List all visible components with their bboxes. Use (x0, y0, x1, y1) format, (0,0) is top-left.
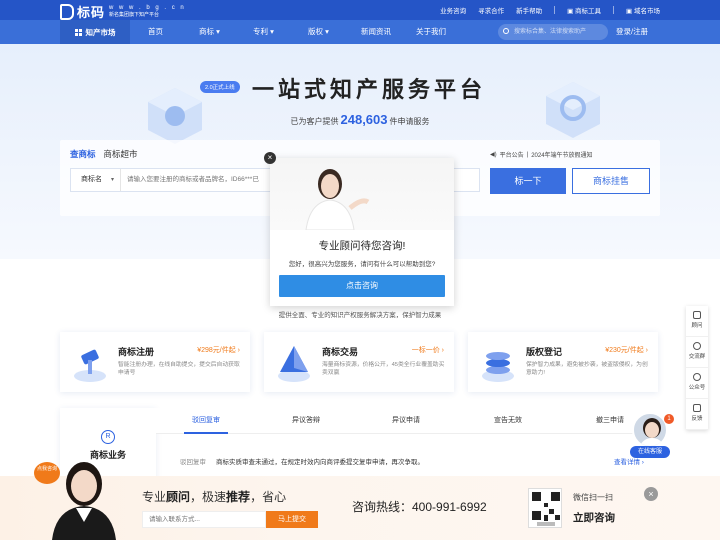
toplink-domain[interactable]: ▣ 域名市场 (626, 5, 660, 15)
bottom-slogan: 专业顾问，极速推荐，省心 (142, 490, 287, 504)
close-icon[interactable]: × (644, 487, 658, 501)
side-toolbar: 顾问 交流群 公众号 反馈 (686, 306, 708, 430)
speaker-icon: ◀) (490, 152, 497, 158)
edit-icon (693, 404, 701, 412)
toplink-cooperate[interactable]: 寻求合作 (478, 5, 504, 15)
chat-icon (693, 311, 701, 319)
group-icon (693, 342, 701, 350)
tab-cancellation[interactable]: 撤三申请 (596, 408, 624, 434)
search-icon (503, 28, 509, 34)
pyramid-icon (278, 346, 310, 382)
services-intro: 提供全面、专业的知识产权服务解决方案，保护智力成果 (278, 312, 442, 319)
notice[interactable]: ◀) 平台公告 | 2024年端午节放假通知 (490, 150, 593, 160)
wechat-icon (693, 373, 701, 381)
divider (613, 6, 615, 14)
logo[interactable]: 标码 w w w . b g . c n 新名集团旗下知产平台 (60, 2, 186, 21)
tab-opposition-apply[interactable]: 异议申请 (392, 408, 420, 434)
nav-search-input[interactable]: 搜索标合集、法律搜索助产 (498, 24, 608, 40)
login-button[interactable]: 登录/注册 (616, 20, 648, 44)
tab-rejection-review[interactable]: 驳回复审 (184, 408, 228, 434)
online-service-button[interactable]: 在线客服 1 (630, 412, 674, 464)
tab-trademark-market[interactable]: 商标超市 (104, 148, 138, 160)
side-group[interactable]: 交流群 (686, 337, 708, 368)
card-trademark-registration[interactable]: 商标注册 ¥298元/件起 › 智能注册办理，在线自助提交，提交后自动获取申请号 (60, 332, 250, 392)
business-row: 驳回复审 商标实质审查未通过，在规定时效内向商评委提交复审申请，再次争取。 (180, 459, 424, 466)
brand-domain: w w w . b g . c n (109, 4, 186, 11)
toplink-help[interactable]: 新手帮助 (516, 5, 542, 15)
toplink-consult[interactable]: 业务咨询 (440, 5, 466, 15)
top-bar: 标码 w w w . b g . c n 新名集团旗下知产平台 业务咨询 寻求合… (0, 0, 720, 20)
card-copyright-registration[interactable]: 版权登记 ¥230元/件起 › 保护智力成果，避免被抄袭，被盗版侵权，为创意助力… (468, 332, 658, 392)
gavel-icon (74, 349, 106, 382)
stack-icon (482, 352, 514, 382)
nav-item-copyright[interactable]: 版权 ▾ (308, 20, 329, 44)
qr-code (528, 488, 562, 528)
nav-item-trademark[interactable]: 商标 ▾ (199, 20, 220, 44)
scan-label: 微信扫一扫 (573, 493, 613, 502)
nav-market-button[interactable]: 知产市场 (60, 20, 130, 44)
tab-search-trademark[interactable]: 查商标 (70, 148, 96, 160)
consult-now-label: 立即咨询 (573, 512, 615, 524)
registered-icon: R (101, 430, 115, 444)
business-tabs: 驳回复审 异议答辩 异议申请 宣告无效 撤三申请 (156, 408, 660, 434)
service-count: 248,603 (340, 112, 388, 127)
search-button[interactable]: 标一下 (490, 168, 566, 194)
main-nav: 知产市场 首页 商标 ▾ 专利 ▾ 版权 ▾ 新闻资讯 关于我们 搜索标合集、法… (0, 20, 720, 44)
side-feedback[interactable]: 反馈 (686, 399, 708, 430)
service-avatar (632, 412, 668, 448)
logo-icon (60, 3, 74, 20)
tab-opposition-reply[interactable]: 异议答辩 (292, 408, 320, 434)
list-trademark-button[interactable]: 商标挂售 (572, 168, 650, 194)
toplink-tools[interactable]: ▣ 商标工具 (567, 5, 601, 15)
consultant-photo (270, 158, 454, 230)
consult-popup: 专业顾问待您咨询! 您好，很高兴为您服务，请问有什么可以帮助到您? 点击咨询 (270, 158, 454, 306)
ring-cube-icon (546, 82, 600, 138)
grid-icon (74, 28, 82, 36)
nav-item-home[interactable]: 首页 (148, 20, 163, 44)
popup-close-icon[interactable]: × (264, 152, 276, 164)
side-advisor[interactable]: 顾问 (686, 306, 708, 337)
side-official[interactable]: 公众号 (686, 368, 708, 399)
card-trademark-trading[interactable]: 商标交易 一标一价 › 海量商标资源，价格公开，45类全行业覆盖助买卖双赢 (264, 332, 454, 392)
hero-subtitle: 已为客户提供 248,603 件申请服务 (290, 112, 430, 127)
consult-button[interactable]: 点击咨询 (279, 275, 445, 297)
contact-input[interactable] (142, 511, 266, 528)
divider (554, 6, 556, 14)
brand-name: 标码 (77, 5, 106, 20)
nav-item-about[interactable]: 关于我们 (416, 20, 446, 44)
brand-tagline: 新名集团旗下知产平台 (109, 11, 160, 18)
popup-text: 您好，很高兴为您服务，请问有什么可以帮助到您? (288, 261, 436, 268)
notification-badge: 1 (664, 414, 674, 424)
submit-button[interactable]: 马上提交 (266, 511, 318, 528)
top-links: 业务咨询 寻求合作 新手帮助 ▣ 商标工具 ▣ 域名市场 (440, 5, 660, 15)
hotline: 咨询热线：400-991-6992 (352, 500, 487, 514)
search-category-select[interactable]: 商标名 (71, 169, 121, 191)
popup-title: 专业顾问待您咨询! (318, 240, 406, 252)
nav-item-patent[interactable]: 专利 ▾ (253, 20, 274, 44)
version-badge: 2.0正式上线 (200, 81, 240, 93)
consult-tag[interactable]: 点我咨询 (34, 462, 60, 484)
hero-title: 一站式知产服务平台 (252, 77, 487, 102)
nav-item-news[interactable]: 新闻资讯 (361, 20, 391, 44)
tab-invalidation[interactable]: 宣告无效 (494, 408, 522, 434)
